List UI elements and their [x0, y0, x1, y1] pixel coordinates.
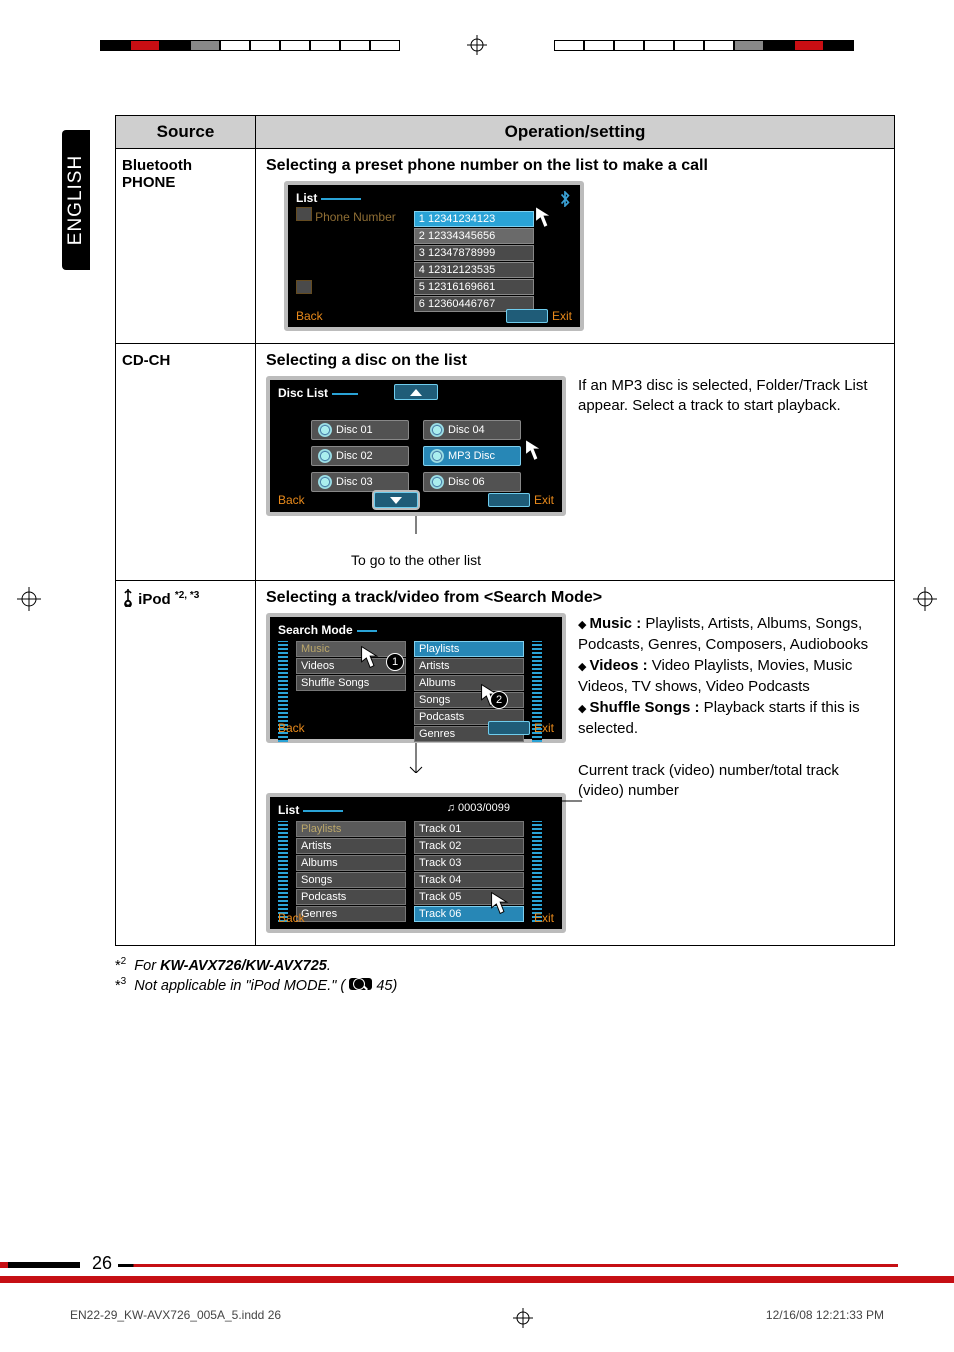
registration-mark-bottom	[513, 1308, 533, 1328]
registration-mark-right	[913, 587, 937, 611]
operation-bluetooth: Selecting a preset phone number on the l…	[256, 149, 895, 344]
source-bluetooth-phone: Bluetooth PHONE	[116, 149, 256, 344]
list-item[interactable]: Track 02	[414, 838, 524, 854]
list-item[interactable]: Playlists	[414, 641, 524, 657]
disc-item[interactable]: Disc 03	[311, 472, 409, 492]
callout-1: 1	[386, 653, 404, 671]
source-operation-table: Source Operation/setting Bluetooth PHONE…	[115, 115, 895, 946]
list-item[interactable]: Artists	[296, 838, 406, 854]
track-counter-note: Current track (video) number/total track…	[578, 761, 884, 802]
screen-title: Disc List	[278, 386, 358, 400]
phone-list-screen: List Phone Number 1 12341234123 2 123343…	[284, 181, 584, 331]
registration-mark-left	[17, 587, 41, 611]
hand-cursor-icon	[528, 199, 566, 237]
disc-item[interactable]: Disc 06	[423, 472, 521, 492]
disc-icon	[430, 449, 444, 463]
bt-subtitle: Selecting a preset phone number on the l…	[266, 157, 884, 175]
list-item[interactable]: 4 12312123535	[414, 262, 534, 278]
disc-icon	[318, 423, 332, 437]
touch-nav-button[interactable]	[488, 721, 530, 735]
disc-item[interactable]: Disc 01	[311, 420, 409, 440]
disc-icon	[318, 449, 332, 463]
callout-2: 2	[490, 691, 508, 709]
registration-bar-right	[554, 40, 854, 51]
operation-ipod: Selecting a track/video from <Search Mod…	[256, 581, 895, 946]
screen-title: List	[278, 803, 343, 817]
ipod-track-list-screen: List ♫ 0003/0099 Playlists Artists Album…	[266, 793, 566, 933]
list-item[interactable]: Playlists	[296, 821, 406, 837]
page-number-decoration	[0, 1262, 140, 1268]
header-operation: Operation/setting	[256, 116, 895, 149]
touch-nav-button[interactable]	[488, 493, 530, 507]
list-item[interactable]: Track 03	[414, 855, 524, 871]
source-ipod: iPod *2, *3	[116, 581, 256, 946]
footer-red-bar	[0, 1276, 954, 1283]
list-item[interactable]: Albums	[296, 855, 406, 871]
back-button[interactable]: Back	[296, 309, 323, 323]
list-item[interactable]: Track 01	[414, 821, 524, 837]
phone-number-list: 1 12341234123 2 12334345656 3 1234787899…	[414, 211, 534, 313]
list-item[interactable]: Songs	[296, 872, 406, 888]
print-footer: EN22-29_KW-AVX726_005A_5.indd 26 12/16/0…	[0, 1308, 954, 1328]
screen-title: Search Mode	[278, 623, 377, 637]
disc-icon	[318, 475, 332, 489]
back-button[interactable]: Back	[278, 721, 305, 735]
list-item[interactable]: Shuffle Songs	[296, 675, 406, 691]
ipod-icon	[122, 591, 138, 608]
track-counter: ♫ 0003/0099	[447, 802, 510, 814]
exit-button[interactable]: Exit	[534, 911, 554, 925]
list-item[interactable]: 3 12347878999	[414, 245, 534, 261]
exit-button[interactable]: Exit	[534, 493, 554, 507]
ipod-notes: Music : Playlists, Artists, Albums, Song…	[578, 613, 884, 739]
page-up-button[interactable]	[394, 384, 438, 400]
list-item[interactable]: 2 12334345656	[414, 228, 534, 244]
disc-item[interactable]: Disc 02	[311, 446, 409, 466]
page-number: 26	[92, 1253, 112, 1274]
list-item[interactable]: 5 12316169661	[414, 279, 534, 295]
phone-number-label: Phone Number	[315, 210, 396, 224]
list-item[interactable]: Artists	[414, 658, 524, 674]
ipod-subtitle: Selecting a track/video from <Search Mod…	[266, 589, 884, 607]
source-cd-ch: CD-CH	[116, 344, 256, 581]
page-ref-icon	[349, 978, 372, 990]
search-mode-screen: Search Mode Music Videos Shuffle Songs P…	[266, 613, 566, 743]
header-source: Source	[116, 116, 256, 149]
disc-item[interactable]: MP3 Disc	[423, 446, 521, 466]
page-content: Source Operation/setting Bluetooth PHONE…	[65, 115, 895, 996]
touch-nav-button[interactable]	[506, 309, 548, 323]
hand-cursor-icon	[518, 432, 556, 470]
print-footer-file: EN22-29_KW-AVX726_005A_5.indd 26	[70, 1308, 281, 1328]
disc-caption: To go to the other list	[266, 552, 566, 568]
operation-cdch: Selecting a disc on the list Disc List D…	[256, 344, 895, 581]
print-footer-date: 12/16/08 12:21:33 PM	[766, 1308, 884, 1328]
footnotes: *2 For KW-AVX726/KW-AVX725. *3 Not appli…	[115, 956, 895, 994]
cd-note: If an MP3 disc is selected, Folder/Track…	[578, 376, 884, 417]
back-button[interactable]: Back	[278, 493, 305, 507]
exit-button[interactable]: Exit	[534, 721, 554, 735]
list-item[interactable]: Podcasts	[296, 889, 406, 905]
disc-icon	[430, 423, 444, 437]
disc-item[interactable]: Disc 04	[423, 420, 521, 440]
back-button[interactable]: Back	[278, 911, 305, 925]
cd-subtitle: Selecting a disc on the list	[266, 352, 884, 370]
disc-icon	[430, 475, 444, 489]
list-item[interactable]: 1 12341234123	[414, 211, 534, 227]
track-icon: ♫	[447, 802, 455, 814]
page-down-button[interactable]	[374, 492, 418, 508]
screen-title: List	[296, 191, 361, 205]
disc-list-screen: Disc List Disc 01 Disc 02 Disc 03 Disc 0…	[266, 376, 566, 516]
exit-button[interactable]: Exit	[552, 309, 572, 323]
